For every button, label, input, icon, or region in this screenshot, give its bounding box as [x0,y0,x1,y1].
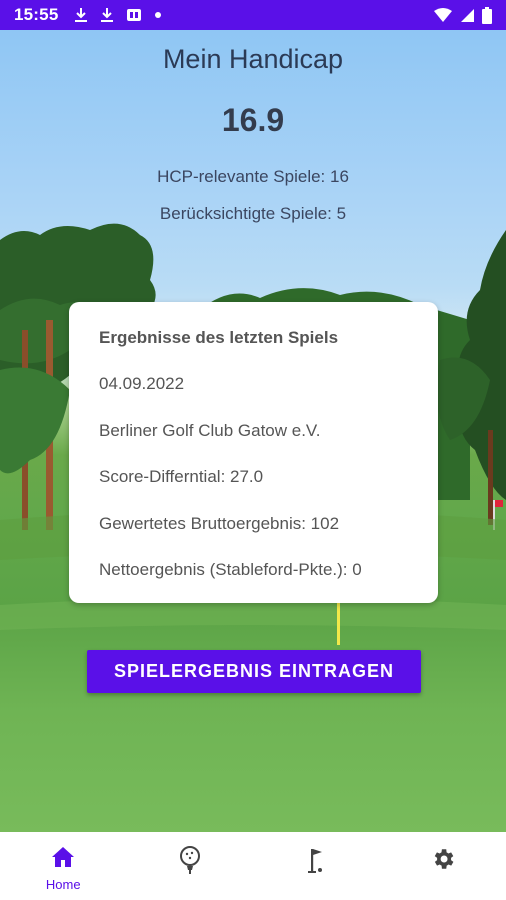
download-icon [74,7,88,23]
bottom-navigation: Home [0,832,506,900]
nav-item-golf-ball[interactable] [127,832,254,900]
enter-game-result-button[interactable]: SPIELERGEBNIS EINTRAGEN [87,650,421,693]
sim-icon [126,8,142,22]
download-icon [100,7,114,23]
net-result: Nettoergebnis (Stableford-Pkte.): 0 [99,560,362,579]
considered-games-count: Berücksichtigte Spiele: 5 [159,204,347,223]
last-game-results-card: Ergebnisse des letzten Spiels 04.09.2022… [69,302,438,603]
gross-result: Gewertetes Bruttoergebnis: 102 [99,513,340,533]
card-title: Ergebnisse des letzten Spiels [99,328,339,347]
relevant-games-count: HCP-relevante Spiele: 16 [157,167,349,186]
battery-icon [482,6,492,24]
dot-icon [154,11,162,19]
handicap-value: 16.9 [221,102,285,138]
nav-label-home: Home [45,877,81,892]
score-differential: Score-Differntial: 27.0 [99,467,264,486]
home-icon [51,846,75,873]
nav-item-golf-course[interactable] [253,832,380,900]
status-bar: 15:55 [0,0,506,30]
golf-ball-icon [179,846,201,881]
signal-icon [459,8,475,23]
nav-item-home[interactable]: Home [0,832,127,900]
settings-icon [430,846,456,877]
nav-item-settings[interactable] [380,832,506,900]
golf-flag-icon [304,846,328,881]
golf-club-name: Berliner Golf Club Gatow e.V. [99,420,321,440]
page-title: Mein Handicap [162,44,344,74]
wifi-icon [434,7,452,23]
status-time: 15:55 [14,5,59,24]
game-date: 04.09.2022 [99,374,185,393]
